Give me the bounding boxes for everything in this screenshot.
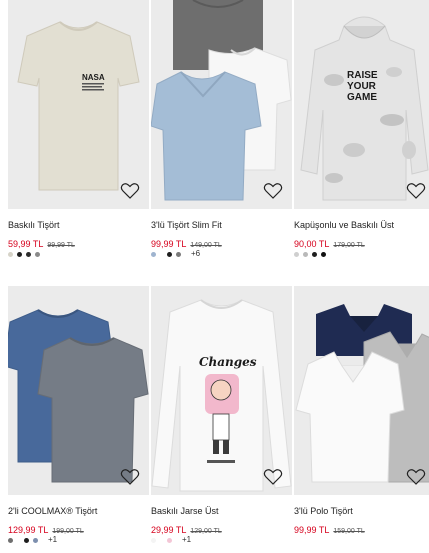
price-row: 99,99 TL 159,00 TL: [294, 520, 429, 535]
old-price: 99,99 TL: [47, 242, 75, 249]
two-pack-coolmax-image: [8, 286, 149, 495]
heart-icon[interactable]: [406, 181, 426, 201]
sale-price: 29,99 TL: [151, 525, 187, 535]
hoodie-print-line: YOUR: [347, 81, 377, 92]
color-swatch[interactable]: [8, 537, 13, 543]
color-swatch[interactable]: [167, 251, 172, 257]
old-price: 159,00 TL: [333, 528, 365, 535]
old-price: 149,00 TL: [190, 242, 222, 249]
old-price: 199,00 TL: [52, 528, 84, 535]
heart-icon[interactable]: [263, 181, 283, 201]
color-swatches: [294, 249, 330, 259]
product-name[interactable]: Baskılı Tişört: [8, 219, 149, 231]
camo-hoodie-image: RAISE YOUR GAME: [294, 0, 429, 209]
sale-price: 59,99 TL: [8, 239, 44, 249]
nasa-print: NASA: [82, 73, 105, 82]
hoodie-print-line: RAISE: [347, 70, 378, 81]
color-swatches: +1: [8, 535, 57, 545]
color-swatch[interactable]: [8, 251, 13, 257]
product-grid: NASA Baskılı Tişört 59,99 TL 99,99 TL 3'…: [0, 0, 429, 553]
sale-price: 90,00 TL: [294, 239, 330, 249]
heart-icon[interactable]: [263, 467, 283, 487]
sale-price: 99,99 TL: [294, 525, 330, 535]
product-image[interactable]: [8, 286, 149, 495]
color-swatch[interactable]: [176, 251, 181, 257]
price-row: 29,99 TL 129,00 TL: [151, 520, 292, 535]
color-swatch[interactable]: [303, 251, 308, 257]
product-image[interactable]: NASA: [8, 0, 149, 209]
color-swatches: +1: [151, 535, 191, 545]
more-colors-count[interactable]: +1: [48, 535, 57, 545]
product-image[interactable]: [294, 286, 429, 495]
color-swatch[interactable]: [26, 251, 31, 257]
price-row: 59,99 TL 99,99 TL: [8, 234, 149, 249]
heart-icon[interactable]: [406, 467, 426, 487]
hoodie-print-line: GAME: [347, 92, 377, 103]
color-swatch[interactable]: [321, 251, 326, 257]
price-row: 90,00 TL 179,00 TL: [294, 234, 429, 249]
color-swatch[interactable]: [33, 537, 38, 543]
more-colors-count[interactable]: +1: [182, 535, 191, 545]
product-name[interactable]: 3'lü Tişört Slim Fit: [151, 219, 292, 231]
three-pack-tshirts-image: [151, 0, 292, 209]
sale-price: 99,99 TL: [151, 239, 187, 249]
three-pack-polo-image: [294, 286, 429, 495]
color-swatches: [8, 249, 44, 259]
product-name[interactable]: Kapüşonlu ve Baskılı Üst: [294, 219, 429, 231]
sale-price: 129,99 TL: [8, 525, 49, 535]
product-name[interactable]: Baskılı Jarse Üst: [151, 505, 292, 517]
color-swatches: +6: [151, 249, 200, 259]
long-sleeve-changes-image: Changes: [151, 286, 292, 495]
price-row: 129,99 TL 199,00 TL: [8, 520, 149, 535]
product-name[interactable]: 2'li COOLMAX® Tişört: [8, 505, 149, 517]
color-swatch[interactable]: [151, 251, 156, 257]
color-swatch[interactable]: [312, 251, 317, 257]
product-image[interactable]: RAISE YOUR GAME: [294, 0, 429, 209]
heart-icon[interactable]: [120, 467, 140, 487]
color-swatch[interactable]: [294, 251, 299, 257]
more-colors-count[interactable]: +6: [191, 249, 200, 259]
old-price: 129,00 TL: [190, 528, 222, 535]
product-name[interactable]: 3'lü Polo Tişört: [294, 505, 429, 517]
color-swatch[interactable]: [35, 251, 40, 257]
product-image[interactable]: [151, 0, 292, 209]
old-price: 179,00 TL: [333, 242, 365, 249]
color-swatch[interactable]: [17, 251, 22, 257]
price-row: 99,99 TL 149,00 TL: [151, 234, 292, 249]
color-swatch[interactable]: [151, 537, 156, 543]
color-swatch[interactable]: [24, 537, 29, 543]
heart-icon[interactable]: [120, 181, 140, 201]
color-swatch[interactable]: [167, 537, 172, 543]
beige-tshirt-image: NASA: [8, 0, 149, 209]
changes-print: Changes: [199, 355, 257, 369]
product-image[interactable]: Changes: [151, 286, 292, 495]
